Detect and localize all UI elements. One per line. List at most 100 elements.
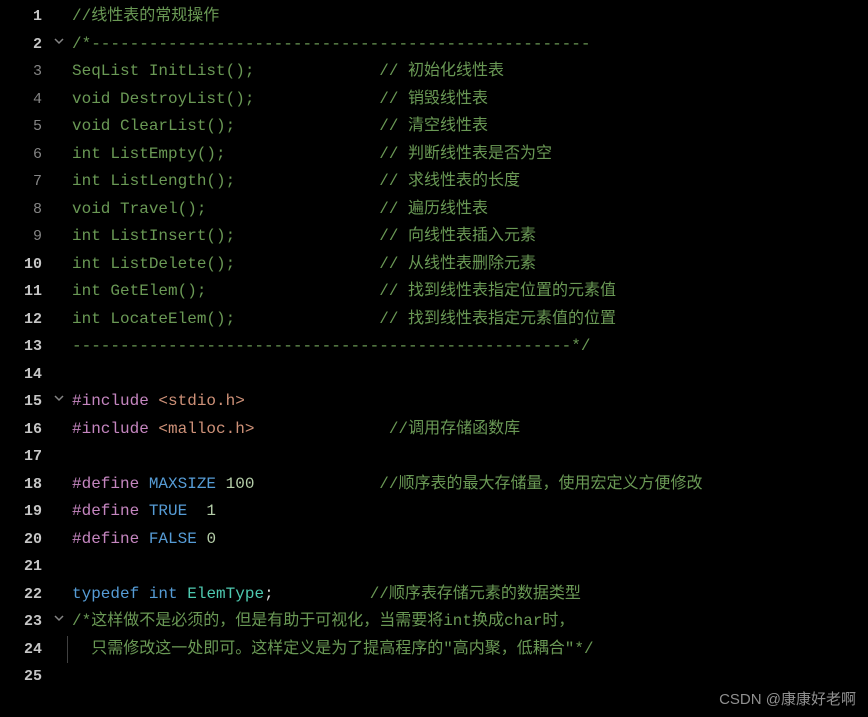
token-white xyxy=(216,475,226,493)
token-comment: //调用存储函数库 xyxy=(389,420,520,438)
line-number: 12 xyxy=(0,306,50,334)
fold-icon xyxy=(50,333,68,361)
line-number: 4 xyxy=(0,86,50,114)
fold-icon xyxy=(50,278,68,306)
fold-icon xyxy=(50,86,68,114)
code-line[interactable]: #define TRUE 1 xyxy=(72,498,868,526)
code-line[interactable]: int ListLength(); // 求线性表的长度 xyxy=(72,168,868,196)
line-number: 17 xyxy=(0,443,50,471)
fold-icon xyxy=(50,498,68,526)
code-line[interactable]: #include <stdio.h> xyxy=(72,388,868,416)
code-line[interactable]: SeqList InitList(); // 初始化线性表 xyxy=(72,58,868,86)
fold-icon xyxy=(50,113,68,141)
fold-icon xyxy=(50,168,68,196)
token-white xyxy=(254,475,379,493)
line-number: 19 xyxy=(0,498,50,526)
token-preproc: #include xyxy=(72,420,158,438)
code-line[interactable]: /*--------------------------------------… xyxy=(72,31,868,59)
line-number: 21 xyxy=(0,553,50,581)
line-number: 10 xyxy=(0,251,50,279)
token-preproc: #define xyxy=(72,475,149,493)
code-line[interactable]: /*这样做不是必须的，但是有助于可视化，当需要将int换成char时， xyxy=(72,608,868,636)
code-line[interactable]: #include <malloc.h> //调用存储函数库 xyxy=(72,416,868,444)
token-white xyxy=(254,420,388,438)
code-line[interactable]: typedef int ElemType; //顺序表存储元素的数据类型 xyxy=(72,581,868,609)
token-comment: int ListDelete(); // 从线性表删除元素 xyxy=(72,255,536,273)
line-number: 6 xyxy=(0,141,50,169)
token-comment: /*这样做不是必须的，但是有助于可视化，当需要将int换成char时， xyxy=(72,612,574,630)
line-number: 23 xyxy=(0,608,50,636)
code-line[interactable]: int ListEmpty(); // 判断线性表是否为空 xyxy=(72,141,868,169)
line-number: 1 xyxy=(0,3,50,31)
code-line[interactable]: int ListDelete(); // 从线性表删除元素 xyxy=(72,251,868,279)
line-number: 13 xyxy=(0,333,50,361)
line-number: 16 xyxy=(0,416,50,444)
token-macro: FALSE xyxy=(149,530,197,548)
token-comment: 只需修改这一处即可。这样定义是为了提高程序的"高内聚，低耦合"*/ xyxy=(72,640,594,658)
token-white xyxy=(197,530,207,548)
fold-icon xyxy=(50,471,68,499)
token-comment: ----------------------------------------… xyxy=(72,337,590,355)
code-line[interactable]: #define MAXSIZE 100 //顺序表的最大存储量，使用宏定义方便修… xyxy=(72,471,868,499)
token-punct: ; xyxy=(264,585,274,603)
fold-icon xyxy=(50,553,68,581)
code-line[interactable]: void ClearList(); // 清空线性表 xyxy=(72,113,868,141)
fold-icon[interactable] xyxy=(50,608,68,636)
line-number: 25 xyxy=(0,663,50,691)
fold-icon xyxy=(50,361,68,389)
token-comment: int ListLength(); // 求线性表的长度 xyxy=(72,172,520,190)
fold-icon xyxy=(50,141,68,169)
token-comment: /*--------------------------------------… xyxy=(72,35,590,53)
fold-icon xyxy=(50,443,68,471)
code-line[interactable] xyxy=(72,663,868,691)
token-type: int xyxy=(149,585,178,603)
code-area[interactable]: //线性表的常规操作 /*----------------------------… xyxy=(68,0,868,717)
code-line[interactable]: #define FALSE 0 xyxy=(72,526,868,554)
code-line[interactable] xyxy=(72,361,868,389)
code-line[interactable]: 只需修改这一处即可。这样定义是为了提高程序的"高内聚，低耦合"*/ xyxy=(67,636,868,664)
token-comment: SeqList InitList(); // 初始化线性表 xyxy=(72,62,504,80)
code-line[interactable]: void DestroyList(); // 销毁线性表 xyxy=(72,86,868,114)
code-line[interactable]: int ListInsert(); // 向线性表插入元素 xyxy=(72,223,868,251)
token-white xyxy=(274,585,370,603)
code-line[interactable]: ----------------------------------------… xyxy=(72,333,868,361)
token-white xyxy=(178,585,188,603)
line-number: 24 xyxy=(0,636,50,664)
code-line[interactable]: int LocateElem(); // 找到线性表指定元素值的位置 xyxy=(72,306,868,334)
fold-icon xyxy=(50,663,68,691)
code-line[interactable] xyxy=(72,443,868,471)
fold-icon[interactable] xyxy=(50,388,68,416)
fold-icon xyxy=(50,251,68,279)
code-line[interactable] xyxy=(72,553,868,581)
line-number: 2 xyxy=(0,31,50,59)
token-comment: void ClearList(); // 清空线性表 xyxy=(72,117,488,135)
token-macro: MAXSIZE xyxy=(149,475,216,493)
token-string: <stdio.h> xyxy=(158,392,244,410)
fold-icon xyxy=(50,223,68,251)
token-comment: int ListEmpty(); // 判断线性表是否为空 xyxy=(72,145,552,163)
fold-icon xyxy=(50,306,68,334)
token-comment: //线性表的常规操作 xyxy=(72,7,219,25)
line-number: 14 xyxy=(0,361,50,389)
code-editor[interactable]: 1234567891011121314151617181920212223242… xyxy=(0,0,868,717)
code-line[interactable]: //线性表的常规操作 xyxy=(72,3,868,31)
token-number: 0 xyxy=(206,530,216,548)
token-number: 100 xyxy=(226,475,255,493)
fold-icon xyxy=(50,636,68,664)
token-comment: int GetElem(); // 找到线性表指定位置的元素值 xyxy=(72,282,616,300)
fold-icon xyxy=(50,416,68,444)
line-number: 18 xyxy=(0,471,50,499)
line-number: 22 xyxy=(0,581,50,609)
fold-icon[interactable] xyxy=(50,31,68,59)
token-number: 1 xyxy=(206,502,216,520)
token-white xyxy=(187,502,206,520)
code-line[interactable]: void Travel(); // 遍历线性表 xyxy=(72,196,868,224)
token-comment: int LocateElem(); // 找到线性表指定元素值的位置 xyxy=(72,310,616,328)
fold-column xyxy=(50,0,68,717)
code-line[interactable]: int GetElem(); // 找到线性表指定位置的元素值 xyxy=(72,278,868,306)
token-comment: //顺序表的最大存储量，使用宏定义方便修改 xyxy=(379,475,702,493)
token-type: typedef xyxy=(72,585,139,603)
fold-icon xyxy=(50,581,68,609)
token-string: <malloc.h> xyxy=(158,420,254,438)
fold-icon xyxy=(50,526,68,554)
